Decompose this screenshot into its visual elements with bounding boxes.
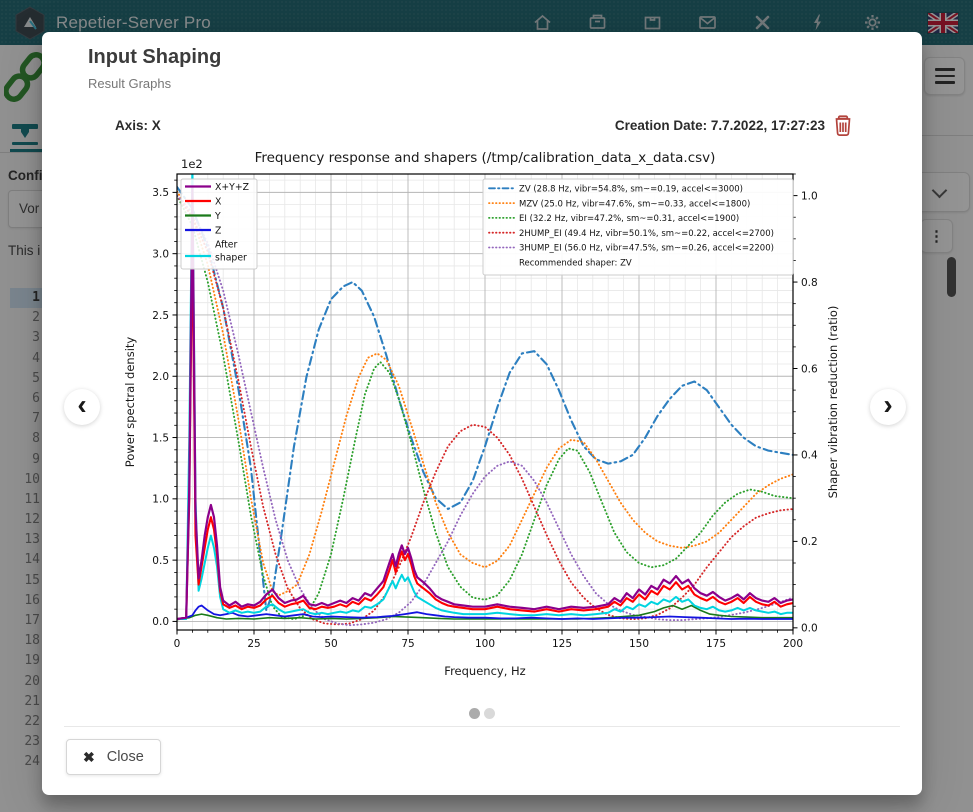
carousel-prev-button[interactable]: ‹ [64, 389, 100, 425]
svg-text:ZV (28.8 Hz, vibr=54.8%, sm~=0: ZV (28.8 Hz, vibr=54.8%, sm~=0.19, accel… [519, 185, 743, 195]
svg-text:After: After [215, 240, 238, 251]
svg-text:1.5: 1.5 [152, 432, 169, 444]
creation-date-label: Creation Date: 7.7.2022, 17:27:23 [615, 118, 825, 133]
svg-text:X+Y+Z: X+Y+Z [215, 182, 249, 193]
svg-text:1e2: 1e2 [181, 157, 203, 171]
svg-text:1.0: 1.0 [152, 494, 169, 506]
svg-text:0.5: 0.5 [152, 555, 169, 567]
svg-text:0.0: 0.0 [801, 623, 818, 635]
svg-text:X: X [215, 197, 222, 208]
chart-meta-row: Axis: X Creation Date: 7.7.2022, 17:27:2… [115, 112, 853, 138]
result-graph: 0 25 50 75 100 125 150 175 200 0.0 0.5 1.0 1.5 2.0 2.5… [115, 143, 853, 697]
svg-text:50: 50 [324, 638, 337, 650]
svg-text:25: 25 [247, 638, 260, 650]
svg-text:0.6: 0.6 [801, 363, 818, 375]
svg-text:125: 125 [552, 638, 572, 650]
axis-label: Axis: X [115, 118, 161, 133]
svg-text:Y: Y [214, 211, 221, 222]
svg-text:175: 175 [706, 638, 726, 650]
carousel-pagination [42, 708, 922, 719]
dialog-title: Input Shaping [88, 46, 221, 69]
dialog-subtitle: Result Graphs [88, 76, 171, 91]
delete-trash-icon[interactable] [833, 114, 853, 137]
svg-text:0.2: 0.2 [801, 536, 818, 548]
svg-text:Z: Z [215, 226, 221, 237]
close-button[interactable]: ✖ Close [66, 739, 161, 775]
svg-text:3.5: 3.5 [152, 187, 169, 199]
carousel-dot[interactable] [484, 708, 495, 719]
close-button-label: Close [107, 749, 144, 765]
svg-text:2.0: 2.0 [152, 371, 169, 383]
svg-text:Frequency, Hz: Frequency, Hz [444, 664, 525, 678]
svg-text:75: 75 [401, 638, 414, 650]
svg-text:1.0: 1.0 [801, 190, 818, 202]
svg-text:2HUMP_EI (49.4 Hz, vibr=50.1%,: 2HUMP_EI (49.4 Hz, vibr=50.1%, sm~=0.22,… [519, 229, 774, 239]
svg-text:3HUMP_EI (56.0 Hz, vibr=47.5%,: 3HUMP_EI (56.0 Hz, vibr=47.5%, sm~=0.26,… [519, 244, 774, 254]
footer-divider [64, 726, 900, 727]
svg-text:Recommended shaper: ZV: Recommended shaper: ZV [519, 259, 632, 269]
svg-text:2.5: 2.5 [152, 310, 169, 322]
svg-text:Frequency response and shapers: Frequency response and shapers (/tmp/cal… [255, 150, 716, 166]
svg-text:Shaper vibration reduction (ra: Shaper vibration reduction (ratio) [826, 306, 840, 499]
svg-text:3.0: 3.0 [152, 248, 169, 260]
svg-text:200: 200 [783, 638, 803, 650]
svg-text:100: 100 [475, 638, 495, 650]
svg-text:EI (32.2 Hz, vibr=47.2%, sm~=0: EI (32.2 Hz, vibr=47.2%, sm~=0.31, accel… [519, 214, 739, 224]
svg-text:MZV (25.0 Hz, vibr=47.6%, sm~=: MZV (25.0 Hz, vibr=47.6%, sm~=0.33, acce… [519, 199, 750, 209]
carousel-dot[interactable] [469, 708, 480, 719]
close-x-icon: ✖ [83, 749, 95, 766]
input-shaping-dialog: Input Shaping Result Graphs Axis: X Crea… [42, 32, 922, 795]
chart-svg: 0 25 50 75 100 125 150 175 200 0.0 0.5 1.0 1.5 2.0 2.5… [115, 143, 853, 697]
svg-text:0: 0 [174, 638, 181, 650]
svg-text:0.4: 0.4 [801, 450, 818, 462]
svg-text:0.0: 0.0 [152, 616, 169, 628]
svg-text:Power spectral density: Power spectral density [123, 337, 137, 468]
carousel-next-button[interactable]: › [870, 389, 906, 425]
svg-text:150: 150 [629, 638, 649, 650]
svg-text:0.8: 0.8 [801, 277, 818, 289]
svg-text:shaper: shaper [215, 253, 247, 264]
